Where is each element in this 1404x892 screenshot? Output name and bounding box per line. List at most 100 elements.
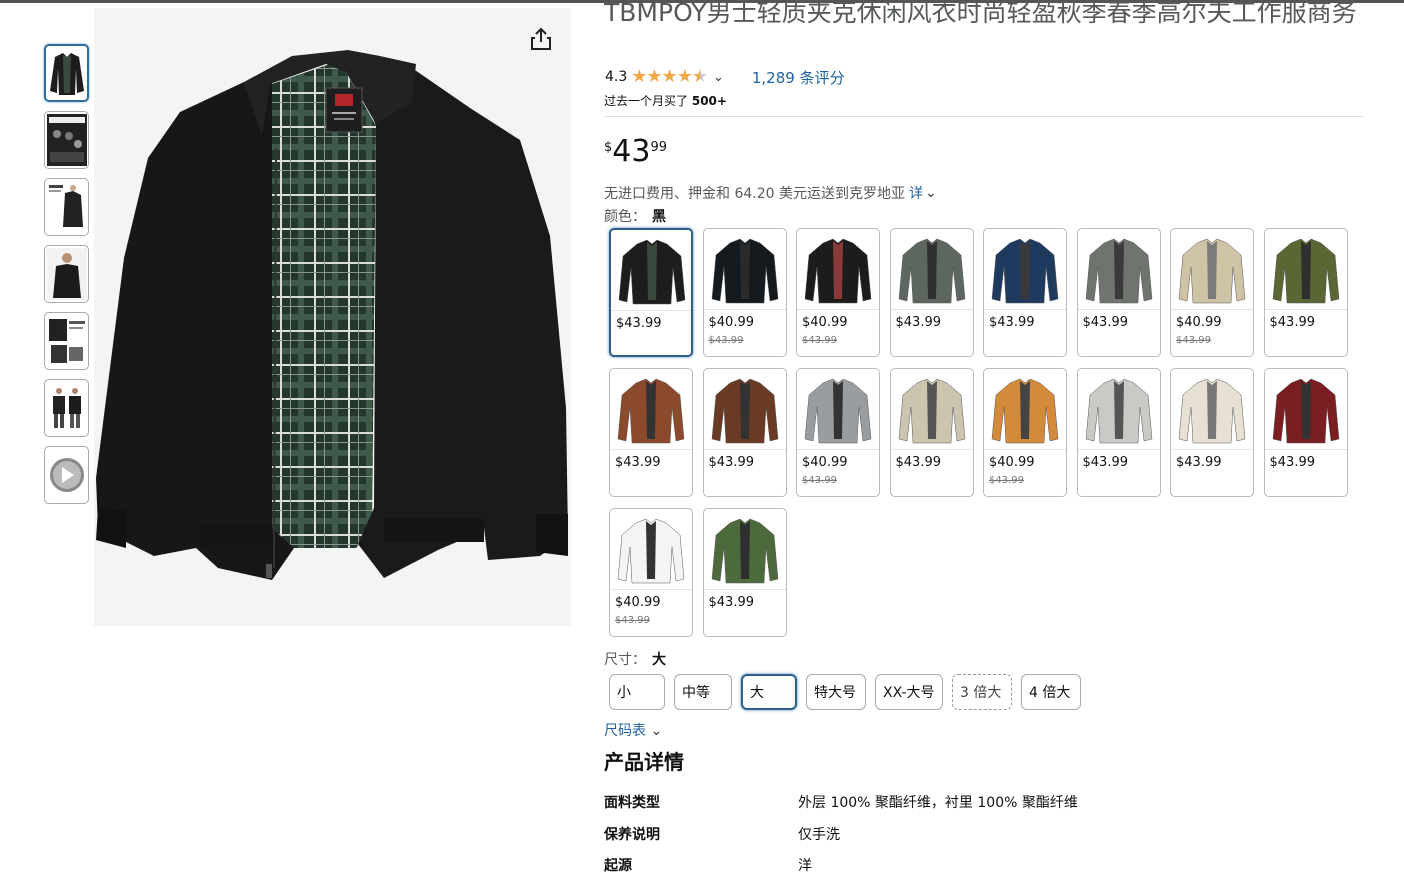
jacket-thumbnail-icon — [1272, 238, 1339, 304]
rating-row: 4.3 ★ ★ ★ ★ ★ ⌄ 1,289 条评分 — [605, 66, 845, 88]
jacket-thumbnail-icon — [898, 238, 965, 304]
swatch-price: $43.99 — [615, 455, 661, 470]
swatch-original-price: $43.99 — [708, 335, 744, 346]
thumbnail-video[interactable] — [44, 446, 89, 504]
jacket-thumbnail-icon — [898, 378, 965, 444]
swatch-price: $40.99 — [708, 315, 755, 330]
size-option[interactable]: 4 倍大 — [1021, 674, 1081, 710]
detail-key: 起源 — [604, 858, 632, 874]
size-label-text: 尺寸： — [604, 652, 646, 668]
swatch-divider — [890, 449, 973, 450]
swatch-divider — [611, 310, 691, 311]
detail-value: 仅手洗 — [798, 827, 840, 843]
swatch-price: $40.99 — [989, 455, 1035, 470]
jacket-thumbnail-icon — [804, 238, 872, 304]
detail-row: 面料类型 外层 100% 聚酯纤维，衬里 100% 聚酯纤维 — [604, 792, 1078, 812]
size-chart-label: 尺码表 — [604, 723, 646, 739]
star-icon: ★ — [676, 66, 693, 87]
size-option[interactable]: 中等 — [674, 674, 732, 710]
thumbnail-3[interactable] — [44, 178, 89, 236]
size-chart-link[interactable]: 尺码表 ⌄ — [604, 720, 662, 740]
color-swatch[interactable]: $43.99 — [1170, 368, 1254, 497]
swatch-price: $43.99 — [1269, 455, 1316, 470]
color-swatch[interactable]: $43.99 — [1076, 228, 1161, 357]
size-option[interactable]: 小 — [609, 674, 665, 710]
swatch-divider — [1077, 309, 1160, 310]
size-option[interactable]: 3 倍大 — [952, 674, 1012, 710]
shipping-info: 无进口费用、押金和 64.20 美元运送到克罗地亚 详 ⌄ — [604, 183, 937, 203]
chevron-down-icon: ⌄ — [650, 723, 663, 739]
swatch-divider — [1264, 309, 1347, 310]
swatch-divider — [984, 449, 1066, 450]
price-whole: 43 — [612, 134, 651, 169]
color-swatch[interactable]: $40.99 $43.99 — [1170, 228, 1254, 357]
thumbnail-2[interactable] — [44, 111, 89, 169]
color-swatch[interactable]: $40.99 $43.99 — [702, 228, 787, 357]
color-swatch[interactable]: $40.99 $43.99 — [796, 228, 880, 357]
jacket-thumbnail-icon — [711, 518, 778, 584]
thumbnail-4[interactable] — [44, 245, 89, 303]
bought-prefix: 过去一个月买了 — [604, 94, 689, 108]
color-swatch[interactable]: $43.99 — [609, 368, 693, 497]
star-half-icon: ★ — [691, 66, 708, 87]
size-option[interactable]: 大 — [741, 674, 797, 710]
star-rating[interactable]: ★ ★ ★ ★ ★ — [631, 66, 708, 87]
detail-key: 面料类型 — [604, 795, 660, 811]
thumbnail-list — [44, 44, 90, 513]
swatch-divider — [610, 589, 692, 590]
reviews-link[interactable]: 1,289 条评分 — [752, 67, 845, 88]
jacket-thumbnail-icon — [1178, 378, 1246, 444]
swatch-price: $43.99 — [1269, 315, 1316, 330]
swatch-price: $43.99 — [708, 455, 755, 470]
size-options: 小中等大特大号 XX-大号 3 倍大 4 倍大 — [609, 674, 1081, 710]
bought-number: 500+ — [691, 94, 727, 108]
swatch-divider — [703, 449, 786, 450]
color-swatch-grid: $43.99 $40.99 $43.99 $40.99 $43.99 $43.99 $43.… — [609, 228, 1359, 637]
star-icon: ★ — [646, 66, 662, 87]
thumbnail-6[interactable] — [44, 379, 89, 437]
color-swatch[interactable]: $43.99 — [889, 368, 974, 497]
swatch-price: $40.99 — [802, 455, 848, 470]
detail-row: 保养说明 仅手洗 — [604, 824, 840, 844]
color-label-text: 颜色： — [604, 209, 646, 225]
share-icon[interactable] — [527, 25, 555, 53]
main-product-image[interactable] — [94, 8, 571, 626]
detail-value: 外层 100% 聚酯纤维，衬里 100% 聚酯纤维 — [798, 795, 1078, 811]
thumbnail-5[interactable] — [44, 312, 89, 370]
color-swatch[interactable]: $43.99 — [1263, 368, 1348, 497]
star-icon: ★ — [631, 66, 647, 87]
jacket-thumbnail-icon — [711, 378, 778, 444]
swatch-divider — [1264, 449, 1347, 450]
swatch-original-price: $43.99 — [802, 475, 837, 486]
swatch-divider — [703, 309, 786, 310]
swatch-divider — [703, 589, 786, 590]
swatch-price: $40.99 — [802, 315, 848, 330]
shipping-text: 无进口费用、押金和 64.20 美元运送到克罗地亚 — [604, 186, 905, 202]
size-option[interactable]: 特大号 — [806, 674, 866, 710]
size-option[interactable]: XX-大号 — [875, 674, 943, 710]
color-swatch[interactable]: $43.99 — [983, 228, 1067, 357]
jacket-thumbnail-icon — [617, 518, 685, 584]
color-swatch[interactable]: $43.99 — [1076, 368, 1161, 497]
color-swatch[interactable]: $40.99 $43.99 — [609, 508, 693, 637]
shipping-details-link[interactable]: 详 — [909, 183, 923, 203]
swatch-divider — [890, 309, 973, 310]
jacket-thumbnail-icon — [1178, 238, 1246, 304]
jacket-thumbnail-icon — [617, 378, 685, 444]
color-swatch[interactable]: $43.99 — [702, 508, 787, 637]
chevron-down-icon[interactable]: ⌄ — [713, 70, 724, 85]
swatch-divider — [984, 309, 1066, 310]
color-swatch[interactable]: $43.99 — [702, 368, 787, 497]
color-swatch[interactable]: $43.99 — [609, 228, 693, 357]
color-swatch[interactable]: $40.99 $43.99 — [796, 368, 880, 497]
jacket-thumbnail-icon — [1085, 238, 1152, 304]
swatch-original-price: $43.99 — [615, 615, 650, 626]
swatch-price: $43.99 — [1082, 315, 1129, 330]
color-swatch[interactable]: $40.99 $43.99 — [983, 368, 1067, 497]
thumbnail-1[interactable] — [44, 44, 89, 102]
swatch-price: $43.99 — [708, 595, 755, 610]
swatch-divider — [1077, 449, 1160, 450]
chevron-down-icon[interactable]: ⌄ — [925, 185, 937, 201]
color-swatch[interactable]: $43.99 — [1263, 228, 1348, 357]
color-swatch[interactable]: $43.99 — [889, 228, 974, 357]
